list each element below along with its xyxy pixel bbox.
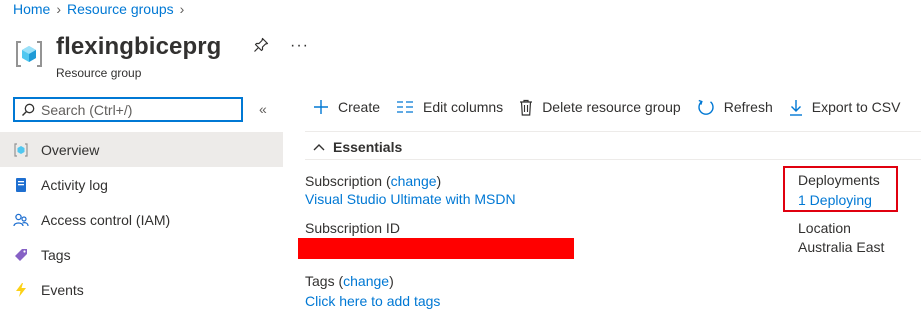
subscription-change-link[interactable]: change (391, 173, 437, 189)
search-input[interactable] (41, 101, 231, 118)
chevron-up-icon (313, 144, 325, 151)
delete-label: Delete resource group (542, 99, 681, 115)
tags-label: Tags (305, 273, 335, 289)
create-button[interactable]: Create (313, 99, 380, 115)
refresh-label: Refresh (723, 99, 773, 115)
redacted-subscription-id (298, 238, 574, 259)
page-subtitle: Resource group (56, 66, 142, 80)
subscription-label-row: Subscription (change) (305, 173, 442, 189)
refresh-icon (698, 99, 714, 115)
sidebar-item-activity-log[interactable]: Activity log (0, 167, 283, 202)
sidebar-item-tags[interactable]: Tags (0, 237, 283, 272)
divider (305, 131, 921, 132)
subscription-link[interactable]: Visual Studio Ultimate with MSDN (305, 191, 516, 207)
add-tags-link[interactable]: Click here to add tags (305, 293, 440, 309)
sidebar-item-label: Tags (41, 246, 71, 263)
export-label: Export to CSV (811, 99, 901, 115)
essentials-heading: Essentials (333, 139, 403, 155)
lightning-icon (13, 282, 29, 298)
edit-columns-button[interactable]: Edit columns (396, 99, 503, 115)
command-bar: Create Edit columns Delete resource grou… (313, 98, 916, 116)
resource-group-icon (16, 41, 42, 67)
sidebar-item-label: Overview (41, 141, 100, 158)
columns-icon (397, 101, 414, 113)
edit-columns-label: Edit columns (423, 99, 504, 115)
location-value: Australia East (798, 239, 885, 255)
activity-log-icon (13, 177, 29, 193)
collapse-sidebar-icon[interactable]: « (259, 101, 267, 117)
create-label: Create (338, 99, 381, 115)
page-title: flexingbiceprg (56, 33, 222, 60)
more-options-icon[interactable]: ··· (290, 37, 309, 55)
people-icon (13, 212, 29, 228)
pin-icon[interactable] (253, 37, 269, 53)
sidebar-item-label: Activity log (41, 176, 108, 193)
tags-label-row: Tags (change) (305, 273, 394, 289)
sidebar-item-access-control[interactable]: Access control (IAM) (0, 202, 283, 237)
highlight-box (783, 166, 898, 212)
resource-group-icon (13, 142, 29, 158)
search-icon (22, 103, 35, 116)
chevron-right-icon: › (56, 1, 62, 17)
sidebar-item-events[interactable]: Events (0, 272, 283, 307)
refresh-button[interactable]: Refresh (697, 98, 773, 116)
breadcrumb-home-link[interactable]: Home (13, 1, 50, 17)
subscription-label: Subscription (305, 173, 383, 189)
subscription-id-label: Subscription ID (305, 220, 400, 236)
sidebar-item-overview[interactable]: Overview (0, 132, 283, 167)
delete-resource-group-button[interactable]: Delete resource group (519, 99, 681, 116)
location-label: Location (798, 220, 851, 236)
export-csv-button[interactable]: Export to CSV (789, 99, 901, 116)
sidebar-item-label: Events (41, 281, 84, 298)
plus-icon (314, 100, 328, 114)
tags-change-link[interactable]: change (343, 273, 389, 289)
sidebar-nav: Overview Activity log Access control (IA… (0, 132, 283, 307)
tag-icon (13, 247, 29, 263)
divider (305, 159, 921, 160)
chevron-right-icon: › (179, 1, 185, 17)
breadcrumb: Home › Resource groups › (13, 1, 184, 17)
sidebar-item-label: Access control (IAM) (41, 211, 171, 228)
breadcrumb-resource-groups-link[interactable]: Resource groups (67, 1, 174, 17)
trash-icon (520, 99, 533, 116)
essentials-toggle[interactable]: Essentials (313, 139, 402, 155)
search-box[interactable] (13, 97, 243, 122)
download-icon (789, 99, 802, 116)
